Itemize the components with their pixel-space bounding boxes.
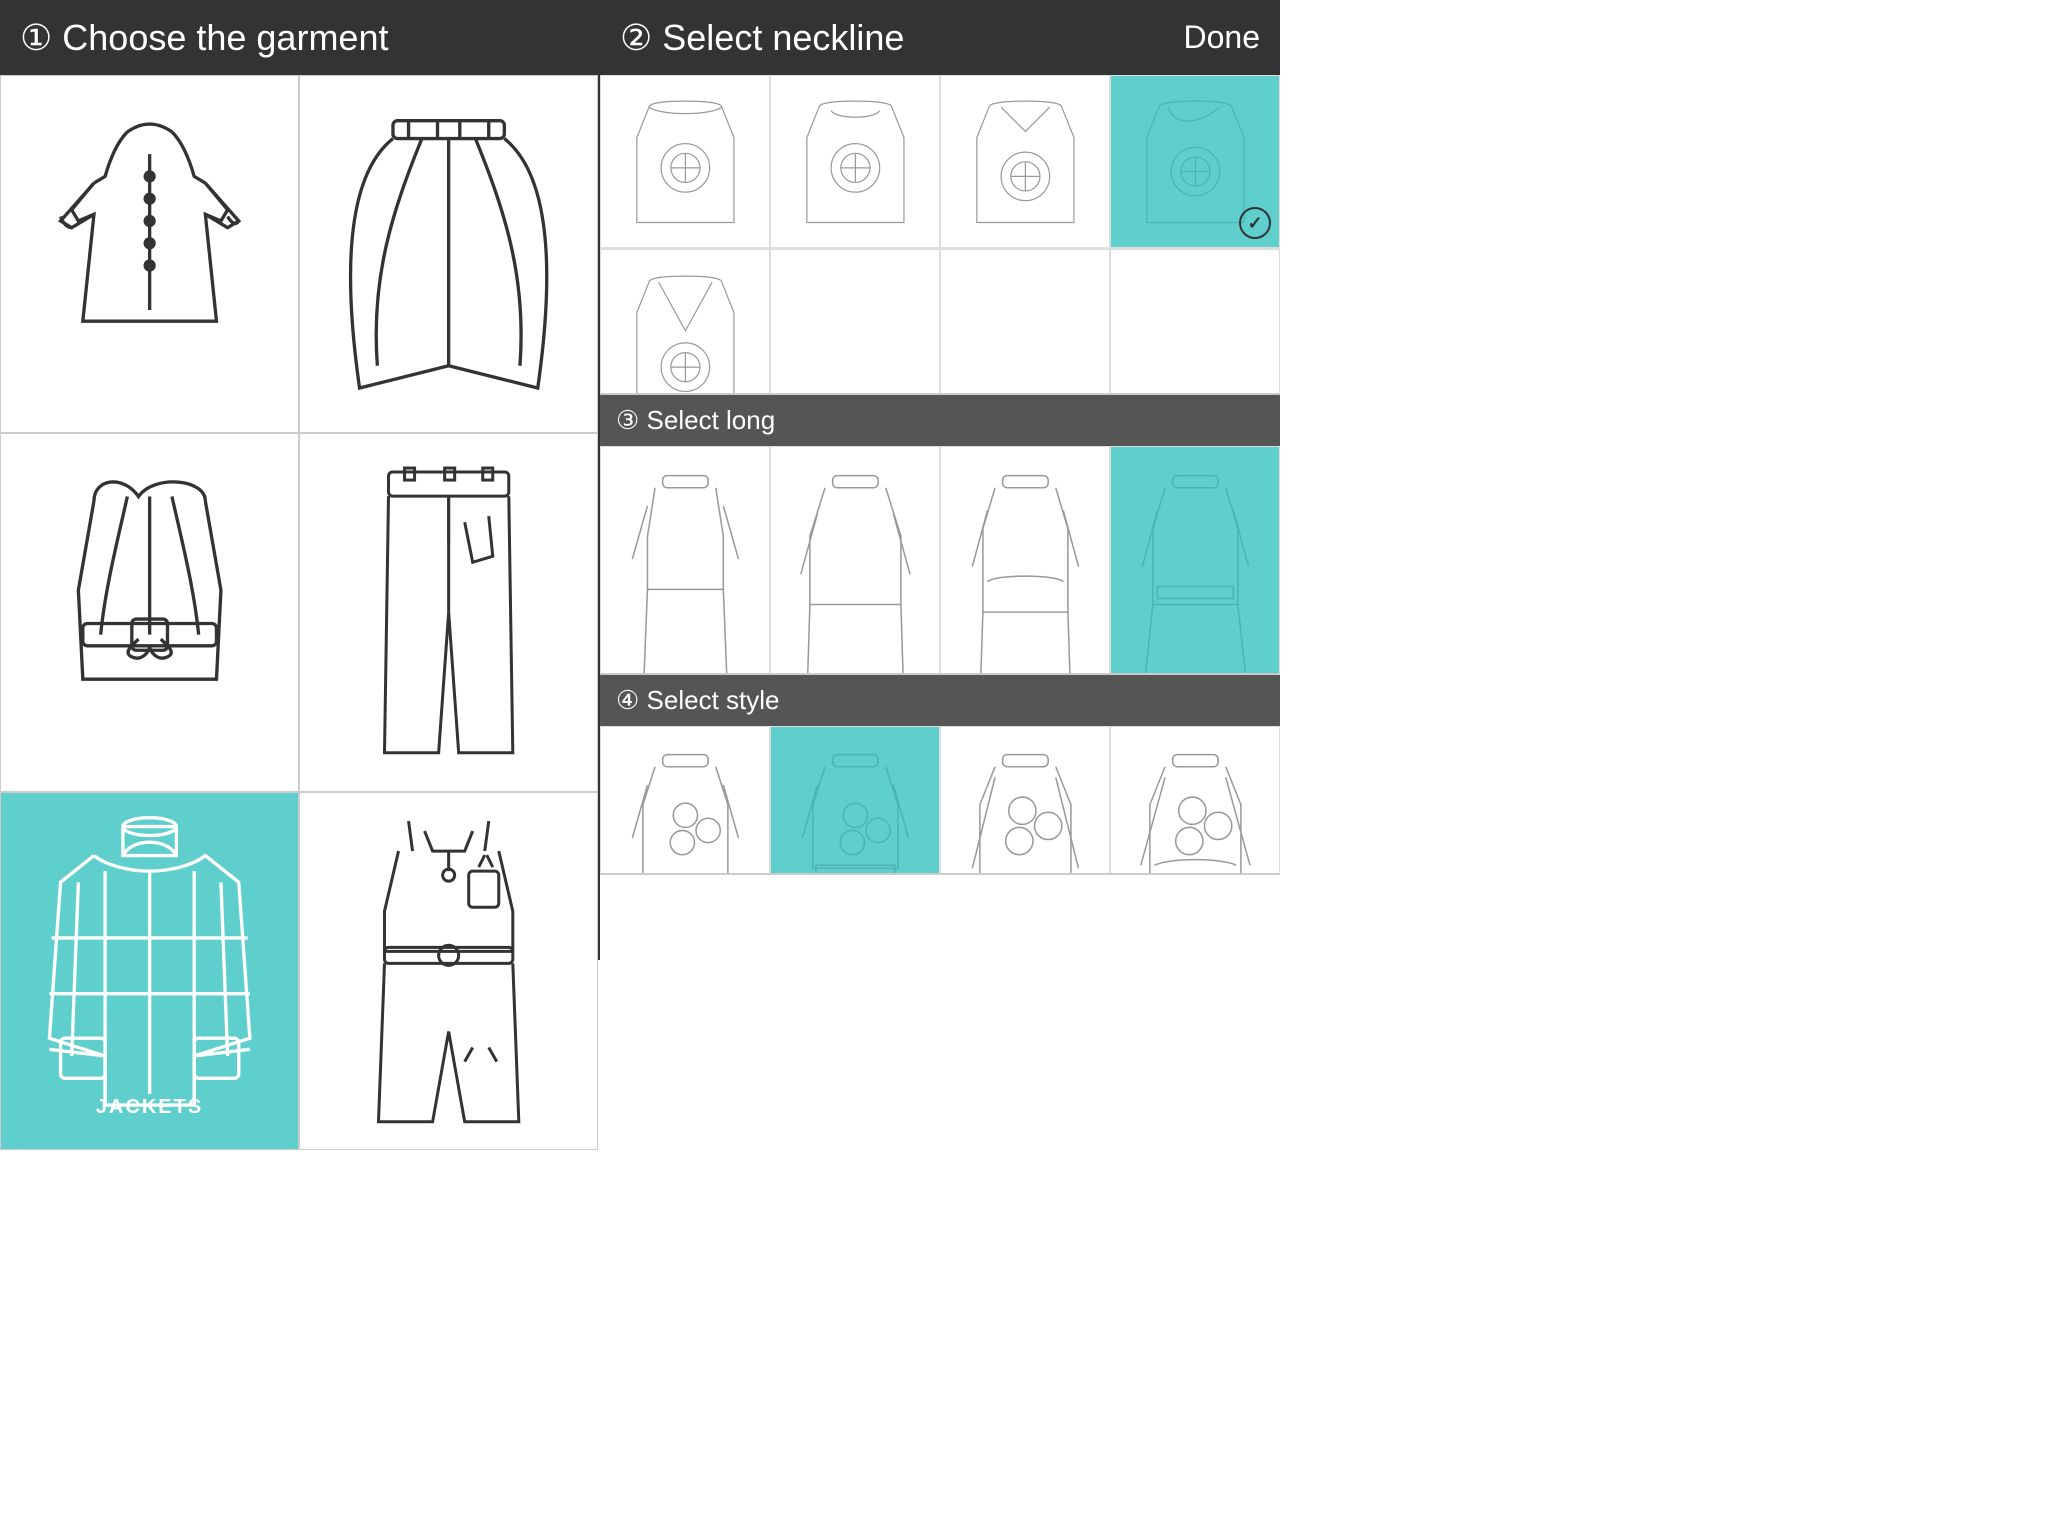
style-4[interactable]	[1110, 726, 1280, 875]
neckline-crew[interactable]	[770, 75, 940, 248]
long-4-icon	[1124, 468, 1267, 675]
long-1-icon	[614, 468, 757, 675]
style-2-icon	[784, 747, 927, 875]
long-3[interactable]	[940, 446, 1110, 675]
section-style: ④ Select style	[600, 675, 1280, 875]
left-header: ① Choose the garment	[0, 0, 598, 75]
corset-icon	[16, 452, 283, 773]
garment-trousers[interactable]	[299, 433, 598, 791]
neckline-vneck[interactable]	[940, 75, 1110, 248]
left-panel: ① Choose the garment	[0, 0, 600, 960]
neckline-empty3	[1110, 249, 1280, 395]
trousers-icon	[315, 452, 582, 773]
section-neckline	[600, 75, 1280, 395]
section-style-title: ④ Select style	[616, 685, 779, 715]
cape-icon	[315, 94, 582, 415]
style-3-icon	[954, 747, 1097, 875]
neckline-round-icon	[614, 89, 757, 235]
neckline-empty1	[770, 249, 940, 395]
right-header: ② Select neckline Done	[600, 0, 1280, 75]
neckline-cowl-check	[1239, 207, 1271, 239]
blouse-icon	[16, 94, 283, 415]
right-panel: ② Select neckline Done	[600, 0, 1280, 960]
long-2-icon	[784, 468, 927, 675]
neckline-deepv-icon	[614, 264, 757, 395]
done-button[interactable]: Done	[1184, 19, 1261, 56]
garment-jacket[interactable]: JACKETS	[0, 792, 299, 1150]
garment-jumpsuit[interactable]	[299, 792, 598, 1150]
garment-grid: JACKETS	[0, 75, 598, 1150]
style-3[interactable]	[940, 726, 1110, 875]
style-4-icon	[1124, 747, 1267, 875]
garment-cape[interactable]	[299, 75, 598, 433]
long-3-icon	[954, 468, 1097, 675]
style-1[interactable]	[600, 726, 770, 875]
neckline-empty2	[940, 249, 1110, 395]
jacket-label: JACKETS	[96, 1096, 203, 1119]
section-style-header: ④ Select style	[600, 675, 1280, 726]
garment-corset[interactable]	[0, 433, 299, 791]
right-title: ② Select neckline	[620, 17, 904, 59]
section-long-header: ③ Select long	[600, 395, 1280, 446]
neckline-cowl[interactable]	[1110, 75, 1280, 248]
section-long-title: ③ Select long	[616, 405, 775, 435]
garment-blouse[interactable]	[0, 75, 299, 433]
left-title: ① Choose the garment	[20, 17, 388, 59]
neckline-deepv[interactable]	[600, 249, 770, 395]
jumpsuit-icon	[315, 811, 582, 1132]
section-long: ③ Select long	[600, 395, 1280, 675]
long-1[interactable]	[600, 446, 770, 675]
neckline-round[interactable]	[600, 75, 770, 248]
long-4[interactable]	[1110, 446, 1280, 675]
long-2[interactable]	[770, 446, 940, 675]
app-container: ① Choose the garment	[0, 0, 1280, 960]
neckline-vneck-icon	[954, 89, 1097, 235]
style-2[interactable]	[770, 726, 940, 875]
neckline-crew-icon	[784, 89, 927, 235]
style-1-icon	[614, 747, 757, 875]
jacket-icon	[16, 811, 283, 1132]
